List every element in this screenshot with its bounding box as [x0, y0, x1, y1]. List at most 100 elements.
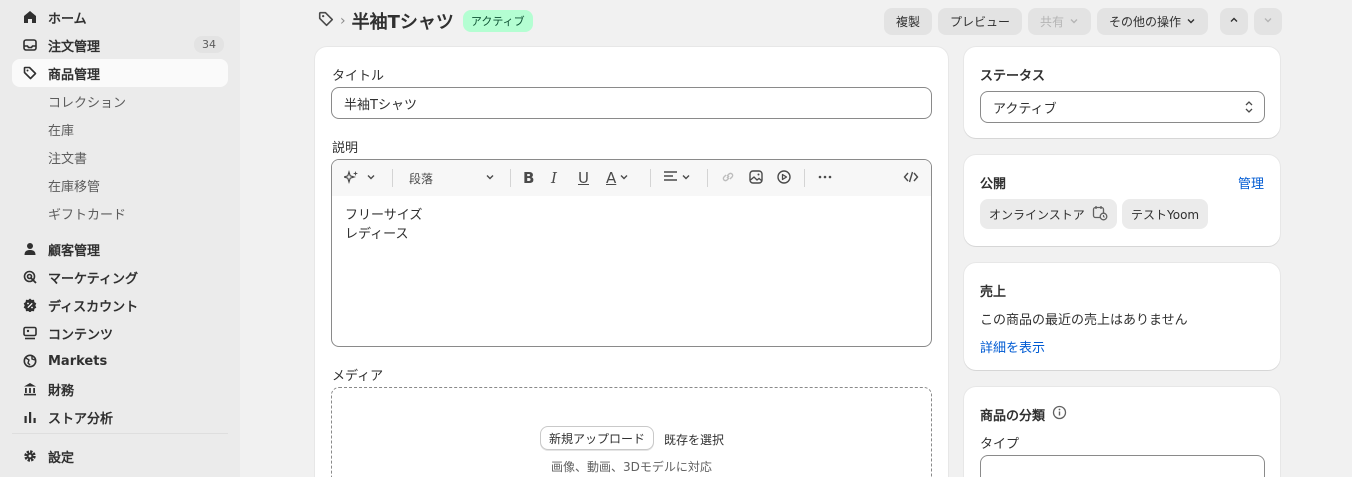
sidebar-item-marketing[interactable]: マーケティング [12, 263, 228, 291]
description-line: レディース [345, 227, 409, 242]
share-button-label: 共有 [1039, 15, 1064, 29]
person-icon [20, 239, 40, 259]
product-details-card: タイトル 半袖Tシャツ 説明 段落 B I U A フリーサイズ レディース メ… [315, 47, 948, 477]
toolbar-separator [392, 169, 393, 187]
sidebar: ホーム 注文管理 34 商品管理 コレクション 在庫 注文書 在庫移管 ギフトカ… [0, 0, 240, 477]
select-chevron-icon [1244, 100, 1254, 118]
publishing-heading: 公開 [980, 177, 1007, 192]
duplicate-button[interactable]: 複製 [883, 8, 932, 35]
orders-count-badge: 34 [194, 36, 224, 53]
sidebar-item-analytics[interactable]: ストア分析 [12, 403, 228, 431]
title-label: タイトル [332, 69, 385, 84]
calendar-clock-icon [1092, 205, 1108, 224]
ellipsis-icon [817, 169, 833, 188]
toolbar-separator [707, 169, 708, 187]
sidebar-item-home[interactable]: ホーム [12, 3, 228, 31]
sidebar-item-label: Markets [48, 353, 108, 369]
previous-product-button[interactable] [1220, 8, 1248, 35]
more-formatting-button[interactable] [817, 168, 833, 188]
chevron-right-icon: › [340, 13, 346, 29]
more-actions-button[interactable]: その他の操作 [1096, 8, 1208, 35]
target-icon [20, 267, 40, 287]
status-select[interactable]: アクティブ [980, 91, 1265, 123]
sidebar-item-discounts[interactable]: ディスカウント [12, 291, 228, 319]
publishing-card: 公開 管理 オンラインストア テストYoom [964, 155, 1280, 246]
align-button[interactable] [663, 168, 691, 188]
sales-heading: 売上 [980, 285, 1007, 300]
sidebar-item-label: ホーム [48, 11, 87, 27]
sidebar-item-label: マーケティング [48, 271, 138, 287]
sidebar-item-label: コンテンツ [48, 327, 114, 343]
sparkle-icon [342, 169, 360, 188]
type-input[interactable] [980, 455, 1265, 477]
sidebar-item-markets[interactable]: Markets [12, 347, 228, 375]
duplicate-button-label: 複製 [895, 15, 920, 29]
tag-icon [20, 63, 40, 83]
sales-channel-chip: オンラインストア [980, 199, 1117, 229]
title-input[interactable]: 半袖Tシャツ [331, 87, 932, 119]
home-icon [20, 7, 40, 27]
bold-button[interactable]: B [523, 168, 534, 188]
underline-icon: U [578, 169, 589, 187]
info-icon[interactable] [1052, 405, 1067, 424]
sales-card: 売上 この商品の最近の売上はありません 詳細を表示 [964, 263, 1280, 370]
italic-icon: I [551, 169, 557, 187]
sidebar-item-customers[interactable]: 顧客管理 [12, 235, 228, 263]
image-icon [748, 169, 764, 188]
sidebar-item-settings[interactable]: 設定 [12, 442, 228, 470]
sidebar-item-orders[interactable]: 注文管理 34 [12, 31, 228, 59]
next-product-button[interactable] [1254, 8, 1282, 35]
page-header: › 半袖Tシャツ アクティブ 複製 プレビュー 共有 その他の操作 [318, 6, 1282, 36]
sidebar-subitem-collections[interactable]: コレクション [48, 87, 126, 115]
discount-icon [20, 295, 40, 315]
sales-channel-chip: テストYoom [1122, 199, 1209, 229]
insert-link-button[interactable] [720, 168, 736, 188]
code-icon [903, 169, 919, 188]
manage-link[interactable]: 管理 [1238, 173, 1264, 192]
sidebar-item-finance[interactable]: 財務 [12, 375, 228, 403]
media-label: メディア [332, 369, 384, 384]
upload-new-button[interactable]: 新規アップロード [540, 426, 655, 450]
channel-label: オンラインストア [989, 207, 1085, 222]
media-dropzone[interactable]: 新規アップロード 既存を選択 画像、動画、3Dモデルに対応 [331, 387, 932, 477]
sidebar-subitem-transfers[interactable]: 在庫移管 [48, 171, 100, 199]
bank-icon [20, 379, 40, 399]
page-title: 半袖Tシャツ [351, 12, 454, 33]
insert-image-button[interactable] [748, 168, 764, 188]
italic-button[interactable]: I [551, 168, 557, 188]
sidebar-divider [12, 433, 228, 434]
preview-button-label: プレビュー [949, 15, 1010, 29]
sidebar-subitem-inventory[interactable]: 在庫 [48, 115, 74, 143]
sidebar-subitem-gift-cards[interactable]: ギフトカード [48, 199, 126, 227]
sidebar-item-products[interactable]: 商品管理 [12, 59, 228, 87]
align-left-icon [663, 170, 679, 187]
status-badge: アクティブ [462, 10, 533, 32]
insert-video-button[interactable] [776, 168, 792, 188]
select-existing-link[interactable]: 既存を選択 [664, 431, 724, 448]
type-label: タイプ [980, 437, 1020, 452]
description-text-area[interactable]: フリーサイズ レディース [332, 196, 931, 254]
bar-chart-icon [20, 407, 40, 427]
sidebar-item-label: 顧客管理 [48, 243, 101, 259]
sidebar-subitem-purchase-orders[interactable]: 注文書 [48, 143, 87, 171]
chevron-up-icon [1229, 14, 1239, 29]
sidebar-item-label: ディスカウント [48, 299, 139, 315]
underline-button[interactable]: U [578, 168, 589, 188]
chevron-down-icon [681, 171, 691, 185]
content-icon [20, 323, 40, 343]
chevron-down-icon [1069, 15, 1079, 29]
ai-magic-button[interactable] [342, 168, 376, 188]
link-icon [720, 169, 736, 188]
share-button[interactable]: 共有 [1027, 8, 1091, 35]
html-source-button[interactable] [903, 168, 919, 188]
view-details-link[interactable]: 詳細を表示 [980, 337, 1045, 356]
product-organization-card: 商品の分類 タイプ [964, 387, 1280, 477]
preview-button[interactable]: プレビュー [937, 8, 1022, 35]
toolbar-separator [650, 169, 651, 187]
tag-icon[interactable] [318, 11, 334, 31]
chevron-down-icon [619, 171, 629, 185]
text-color-button[interactable]: A [606, 168, 629, 188]
paragraph-select[interactable]: 段落 [409, 168, 495, 188]
title-input-value: 半袖Tシャツ [344, 97, 417, 113]
sidebar-item-content[interactable]: コンテンツ [12, 319, 228, 347]
